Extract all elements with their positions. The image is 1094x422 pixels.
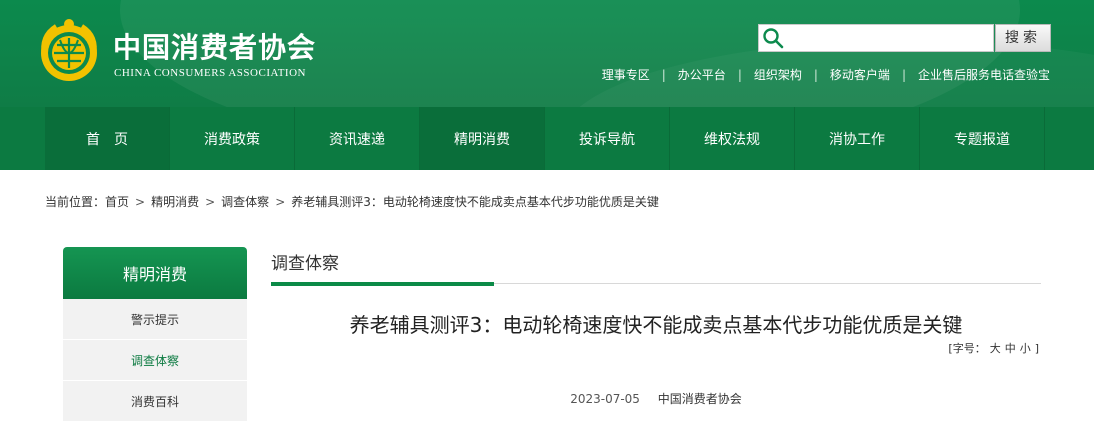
- article-date: 2023-07-05: [570, 392, 640, 406]
- sidebar-title: 精明消费: [63, 247, 247, 299]
- breadcrumb-arrow: >: [135, 194, 146, 209]
- section-title: 调查体察: [271, 254, 339, 274]
- toplink-office[interactable]: 办公平台: [678, 66, 726, 83]
- nav-news[interactable]: 资讯速递: [295, 107, 420, 170]
- breadcrumb-smart-consumption[interactable]: 精明消费: [151, 193, 199, 210]
- divider: |: [661, 67, 666, 82]
- font-size-medium[interactable]: 中: [1005, 340, 1016, 356]
- divider: |: [901, 67, 906, 82]
- breadcrumb-home[interactable]: 首页: [105, 193, 129, 210]
- nav-smart-consumption[interactable]: 精明消费: [420, 107, 545, 170]
- nav-special-reports[interactable]: 专题报道: [920, 107, 1045, 170]
- toplink-organization[interactable]: 组织架构: [754, 66, 802, 83]
- breadcrumb-arrow: >: [275, 194, 286, 209]
- article-title: 养老辅具测评3：电动轮椅速度快不能成卖点基本代步功能优质是关键: [349, 313, 963, 337]
- article-source: 中国消费者协会: [657, 392, 742, 406]
- breadcrumb-survey[interactable]: 调查体察: [221, 193, 269, 210]
- nav-consumer-policy[interactable]: 消费政策: [170, 107, 295, 170]
- logo-emblem-icon[interactable]: [36, 16, 102, 82]
- toplink-mobile-client[interactable]: 移动客户端: [830, 66, 890, 83]
- article-meta: 2023-07-05 中国消费者协会: [271, 390, 1041, 407]
- breadcrumb-prefix: 当前位置：: [45, 195, 106, 209]
- toplink-aftersales-lookup[interactable]: 企业售后服务电话查验宝: [918, 66, 1050, 83]
- top-links: 理事专区 | 办公平台 | 组织架构 | 移动客户端 | 企业售后服务电话查验宝: [602, 66, 1050, 83]
- font-size-large[interactable]: 大: [990, 340, 1001, 356]
- sidebar-item-encyclopedia[interactable]: 消费百科: [63, 381, 247, 422]
- search-icon: [763, 28, 784, 49]
- sidebar: 警示提示 调查体察 消费百科: [63, 299, 247, 422]
- section-divider-accent: [271, 282, 494, 286]
- font-size-close: ]: [1034, 341, 1039, 355]
- site-name-cn[interactable]: 中国消费者协会: [113, 26, 316, 66]
- breadcrumb-current: 养老辅具测评3：电动轮椅速度快不能成卖点基本代步功能优质是关键: [291, 195, 659, 209]
- search-button[interactable]: 搜索: [995, 24, 1051, 52]
- breadcrumb: 当前位置： 首页 > 精明消费 > 调查体察 > 养老辅具测评3：电动轮椅速度快…: [45, 193, 659, 210]
- nav-home[interactable]: 首页: [45, 107, 170, 170]
- toplink-council[interactable]: 理事专区: [602, 66, 650, 83]
- nav-complaint-guide[interactable]: 投诉导航: [545, 107, 670, 170]
- font-size-small[interactable]: 小: [1020, 340, 1031, 356]
- font-size-switcher: [字号： 大 中 小 ]: [946, 340, 1041, 356]
- site-name-en: CHINA CONSUMERS ASSOCIATION: [114, 67, 306, 79]
- nav-rights-law[interactable]: 维权法规: [670, 107, 795, 170]
- breadcrumb-arrow: >: [205, 194, 216, 209]
- search-input[interactable]: [786, 26, 990, 50]
- nav-association-work[interactable]: 消协工作: [795, 107, 920, 170]
- main-nav: 首页 消费政策 资讯速递 精明消费 投诉导航 维权法规 消协工作 专题报道: [45, 107, 1045, 170]
- sidebar-item-warnings[interactable]: 警示提示: [63, 299, 247, 340]
- font-size-label: [字号：: [948, 342, 986, 355]
- divider: |: [813, 67, 818, 82]
- sidebar-item-survey[interactable]: 调查体察: [63, 340, 247, 381]
- divider: |: [737, 67, 742, 82]
